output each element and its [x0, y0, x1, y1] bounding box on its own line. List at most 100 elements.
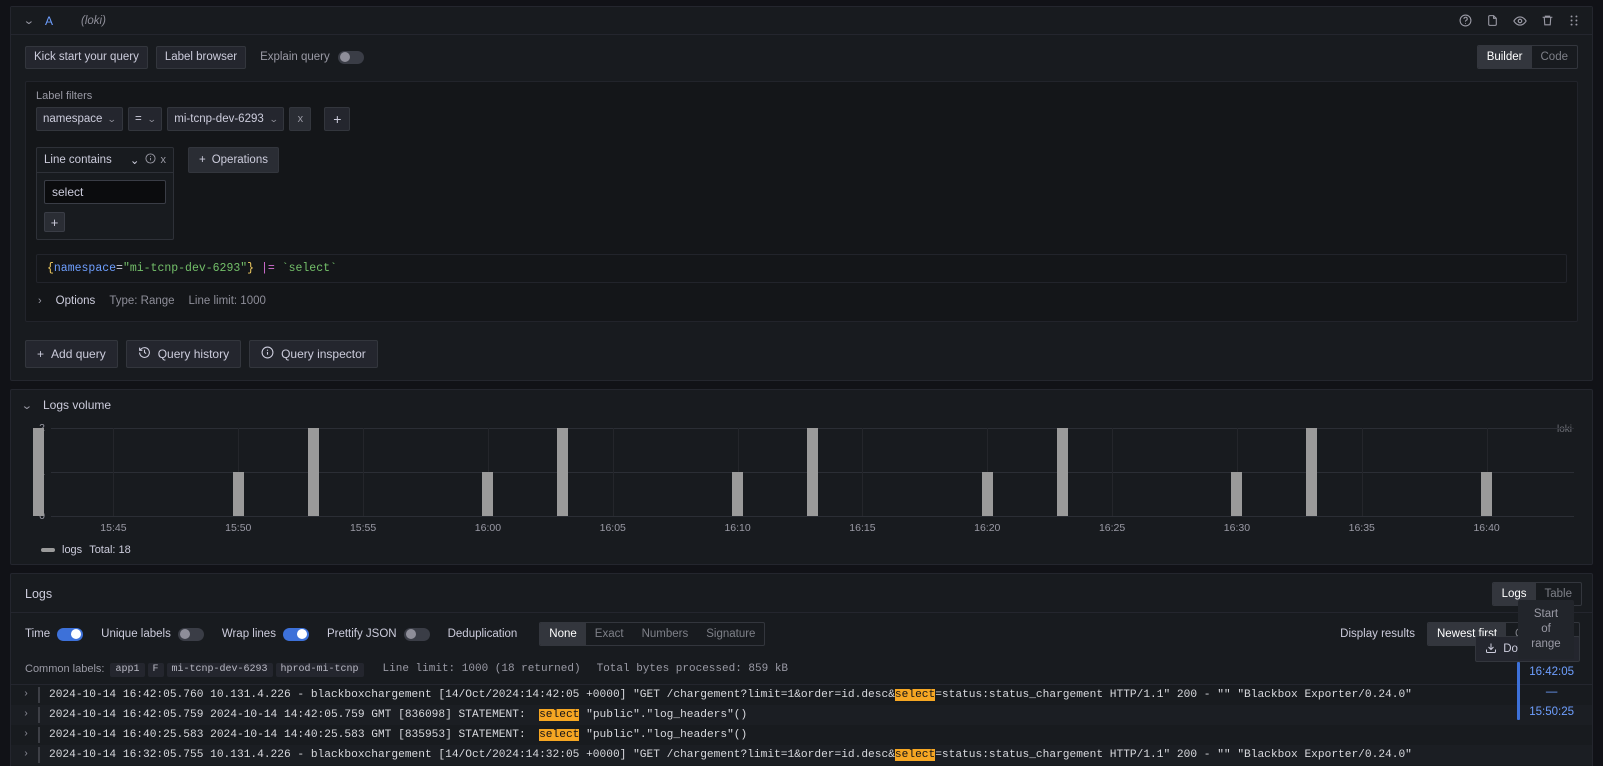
chart-bar[interactable]: [982, 472, 993, 516]
common-label-chip[interactable]: mi-tcnp-dev-6293: [167, 663, 273, 677]
query-datasource-label: (loki): [81, 15, 106, 27]
collapse-query-icon[interactable]: ⌄: [23, 14, 41, 27]
time-toggle-label: Time: [25, 628, 50, 640]
filter-value-text: mi-tcnp-dev-6293: [174, 113, 263, 125]
chart-vertical-gridline: 16:35: [1362, 428, 1363, 516]
query-header: ⌄ A (loki): [11, 7, 1592, 35]
common-label-chip[interactable]: app1: [110, 663, 144, 677]
wrap-lines-toggle-switch[interactable]: [283, 628, 309, 641]
expand-log-row-icon[interactable]: ›: [23, 727, 31, 743]
line-contains-input[interactable]: [44, 180, 166, 204]
dedup-exact-button[interactable]: Exact: [586, 623, 633, 645]
chart-bar[interactable]: [1306, 428, 1317, 516]
operations-row: Line contains ⌄ x + + Operations: [36, 147, 1567, 240]
query-inspector-button[interactable]: Query inspector: [249, 340, 378, 368]
dedup-numbers-button[interactable]: Numbers: [633, 623, 698, 645]
wrap-lines-toggle[interactable]: Wrap lines: [222, 628, 309, 641]
remove-operation-icon[interactable]: x: [161, 154, 167, 166]
add-query-button[interactable]: + Add query: [25, 340, 118, 368]
expr-close-brace: }: [247, 262, 254, 275]
expand-log-row-icon[interactable]: ›: [23, 687, 31, 703]
chart-x-tick: 16:15: [849, 522, 875, 534]
chart-x-tick: 16:10: [724, 522, 750, 534]
log-match-highlight: select: [895, 689, 935, 701]
query-expression[interactable]: {namespace="mi-tcnp-dev-6293"} |= `selec…: [36, 254, 1567, 283]
query-options-row[interactable]: › Options Type: Range Line limit: 1000: [36, 291, 1567, 311]
options-type: Type: Range: [109, 295, 174, 307]
add-operation-value-button[interactable]: +: [44, 212, 65, 232]
add-query-label: Add query: [51, 347, 106, 361]
common-label-chip[interactable]: F: [148, 663, 164, 677]
time-toggle[interactable]: Time: [25, 628, 83, 641]
kick-start-query-button[interactable]: Kick start your query: [25, 46, 148, 69]
operations-button[interactable]: + Operations: [188, 147, 279, 173]
chevron-down-icon: ⌄: [107, 114, 117, 125]
log-row[interactable]: ›2024-10-14 16:42:05.760 10.131.4.226 - …: [11, 685, 1592, 705]
filter-key-select[interactable]: namespace ⌄: [36, 107, 123, 131]
query-toolbar: Kick start your query Label browser Expl…: [25, 45, 1578, 69]
start-of-range-tooltip: Startofrange: [1518, 600, 1574, 659]
expand-log-row-icon[interactable]: ›: [23, 747, 31, 763]
collapse-logs-volume-icon[interactable]: ⌄: [21, 399, 39, 412]
query-ref-id[interactable]: A: [45, 14, 53, 28]
logs-panel: Logs Logs Table Time Unique labels Wrap …: [10, 573, 1593, 766]
label-browser-button[interactable]: Label browser: [156, 46, 246, 69]
history-icon: [138, 346, 151, 362]
expand-log-row-icon[interactable]: ›: [23, 707, 31, 723]
range-dash: —: [1546, 686, 1558, 698]
chart-bar[interactable]: [1481, 472, 1492, 516]
time-toggle-switch[interactable]: [57, 628, 83, 641]
remove-filter-button[interactable]: x: [289, 107, 311, 131]
common-label-chip[interactable]: hprod-mi-tcnp: [276, 663, 364, 677]
bytes-processed-info: Total bytes processed: 859 kB: [597, 663, 788, 675]
info-icon[interactable]: [145, 153, 156, 167]
log-row[interactable]: ›2024-10-14 16:40:25.583 2024-10-14 14:4…: [11, 725, 1592, 745]
code-mode-button[interactable]: Code: [1532, 46, 1578, 68]
chart-bar[interactable]: [308, 428, 319, 516]
chart-x-tick: 15:55: [350, 522, 376, 534]
chevron-down-icon[interactable]: ⌄: [130, 153, 140, 167]
filter-value-select[interactable]: mi-tcnp-dev-6293 ⌄: [167, 107, 284, 131]
legend-series-name[interactable]: logs: [62, 544, 82, 556]
info-icon: [261, 346, 274, 362]
expand-options-icon[interactable]: ›: [38, 295, 42, 307]
unique-labels-toggle-switch[interactable]: [178, 628, 204, 641]
time-range-marker[interactable]: 16:42:05 — 15:50:25: [1517, 662, 1574, 722]
chart-bar[interactable]: [807, 428, 818, 516]
logs-toolbar: Time Unique labels Wrap lines Prettify J…: [11, 612, 1592, 655]
dedup-none-button[interactable]: None: [540, 623, 586, 645]
chart-bar[interactable]: [482, 472, 493, 516]
filter-key-value: namespace: [43, 113, 102, 125]
range-time-bottom: 15:50:25: [1529, 706, 1574, 718]
chart-bar[interactable]: [557, 428, 568, 516]
drag-handle-icon[interactable]: [1568, 14, 1580, 27]
filter-operator-select[interactable]: = ⌄: [128, 107, 162, 131]
logs-volume-chart[interactable]: loki 01215:4515:5015:5516:0016:0516:1016…: [21, 420, 1582, 542]
builder-mode-button[interactable]: Builder: [1478, 46, 1532, 68]
chart-bar[interactable]: [1057, 428, 1068, 516]
operation-card-body: +: [37, 173, 173, 239]
chart-bar[interactable]: [33, 428, 44, 516]
add-filter-button[interactable]: +: [324, 107, 350, 131]
log-row[interactable]: ›2024-10-14 16:32:05.755 10.131.4.226 - …: [11, 745, 1592, 765]
download-icon: [1485, 642, 1497, 657]
help-icon[interactable]: [1459, 14, 1472, 27]
chart-vertical-gridline: 16:25: [1112, 428, 1113, 516]
query-history-button[interactable]: Query history: [126, 340, 241, 368]
prettify-json-toggle-switch[interactable]: [404, 628, 430, 641]
query-body: Kick start your query Label browser Expl…: [11, 35, 1592, 330]
unique-labels-toggle[interactable]: Unique labels: [101, 628, 204, 641]
log-row[interactable]: ›2024-10-14 16:42:05.759 2024-10-14 14:4…: [11, 705, 1592, 725]
explain-query-toggle[interactable]: [338, 51, 364, 64]
unique-labels-toggle-label: Unique labels: [101, 628, 171, 640]
dedup-signature-button[interactable]: Signature: [697, 623, 764, 645]
logs-volume-header[interactable]: ⌄ Logs volume: [11, 390, 1592, 416]
logs-meta-row: Common labels: app1Fmi-tcnp-dev-6293hpro…: [11, 655, 1592, 684]
prettify-json-toggle[interactable]: Prettify JSON: [327, 628, 430, 641]
duplicate-icon[interactable]: [1486, 14, 1499, 27]
chart-bar[interactable]: [732, 472, 743, 516]
trash-icon[interactable]: [1541, 14, 1554, 27]
chart-bar[interactable]: [1231, 472, 1242, 516]
eye-icon[interactable]: [1513, 14, 1527, 28]
chart-bar[interactable]: [233, 472, 244, 516]
